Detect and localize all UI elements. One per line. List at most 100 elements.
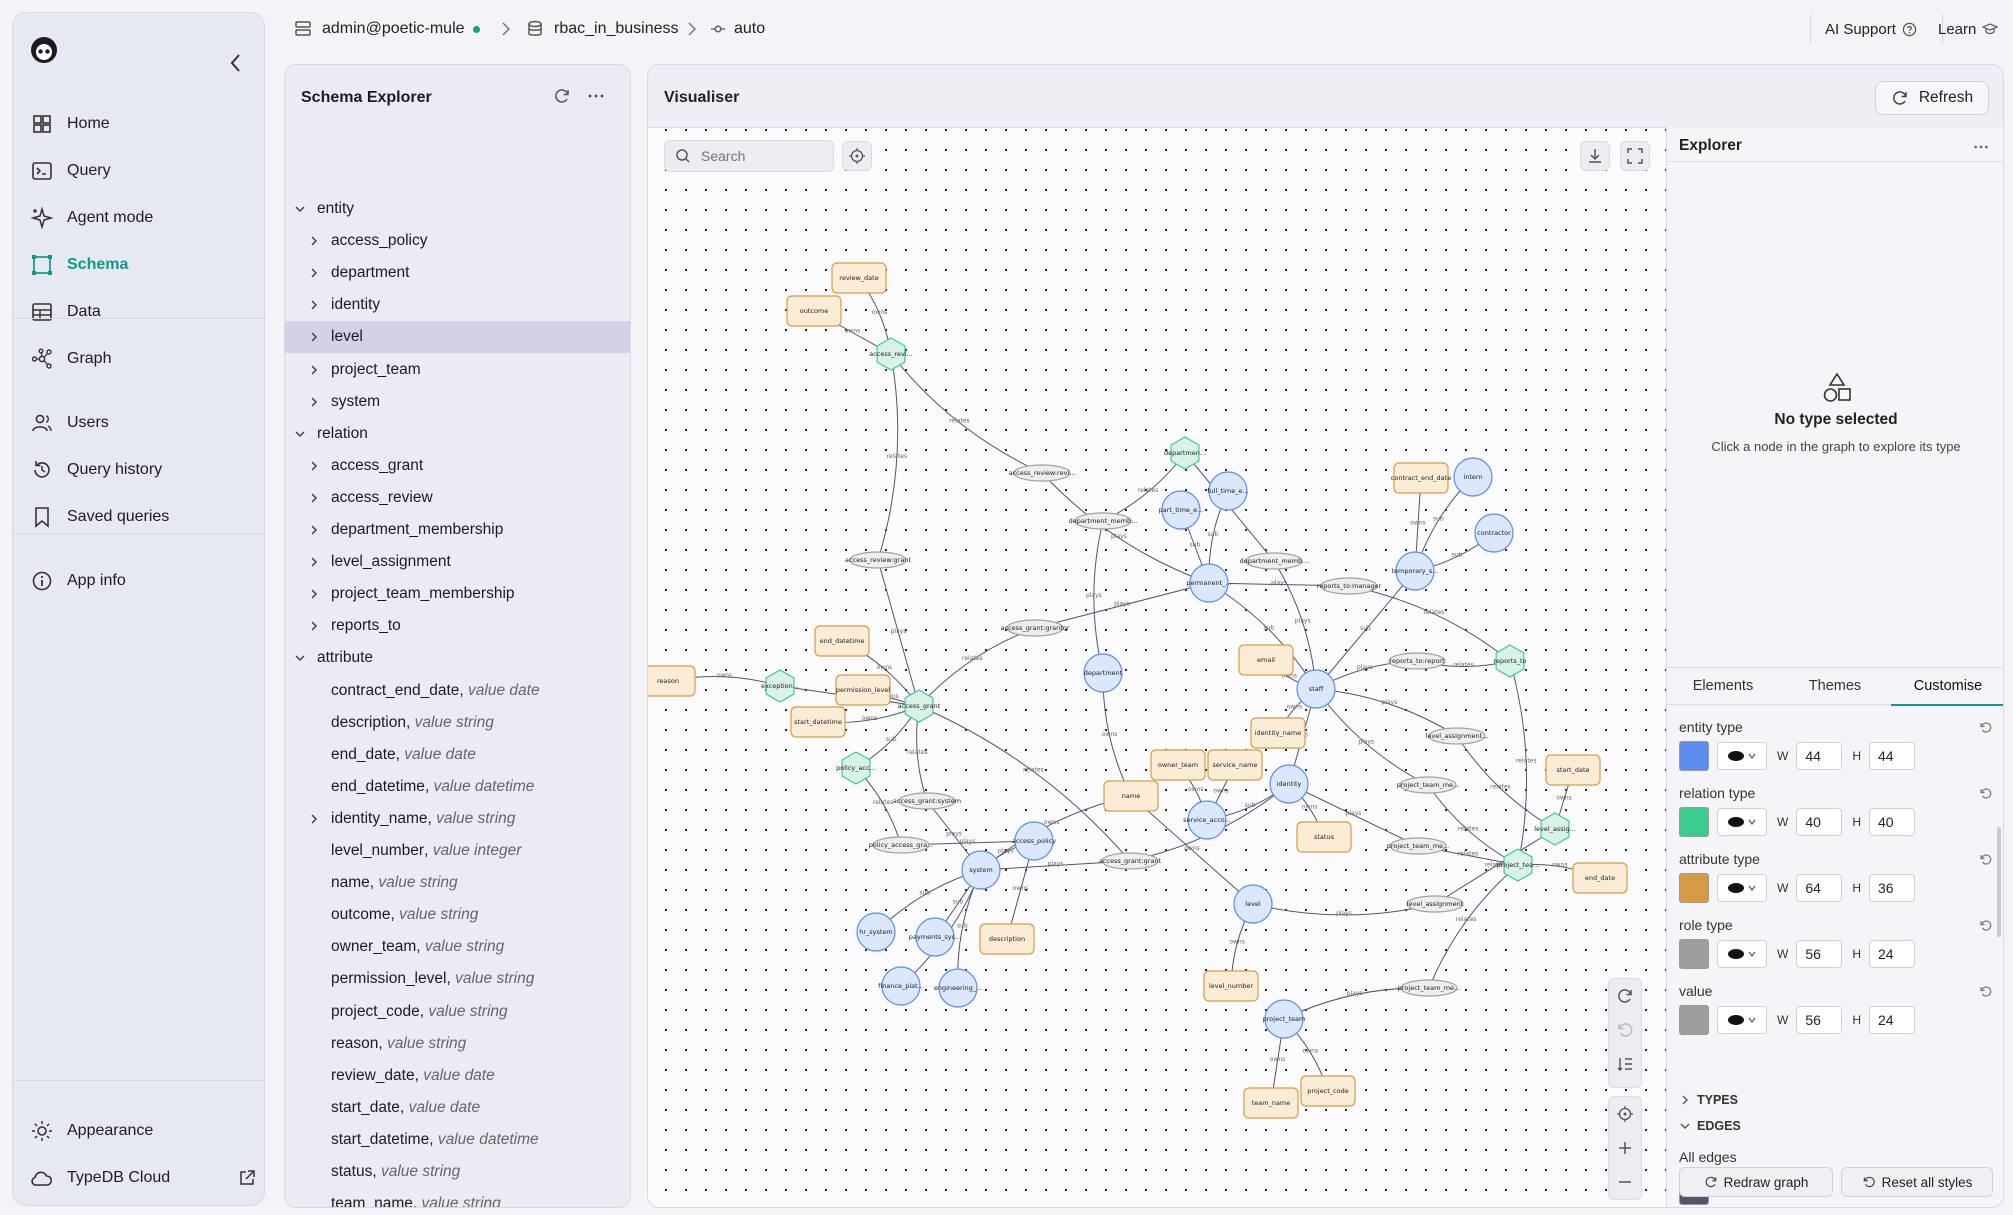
nav-item-schema[interactable]: Schema (31, 246, 256, 284)
learn-link[interactable]: Learn (1938, 14, 1999, 44)
tab-customise[interactable]: Customise (1891, 668, 2003, 706)
graph-canvas[interactable]: ownsownsrelatesrelatesplaysplaysrelatesr… (648, 127, 1667, 1208)
graph-node-role[interactable]: project_team_me... (1397, 776, 1459, 794)
graph-node-relation[interactable]: level_assig... (1534, 812, 1576, 846)
nav-item-app-info[interactable]: App info (31, 562, 256, 600)
scrollbar-thumb[interactable] (1997, 827, 2001, 937)
nav-item-agent-mode[interactable]: Agent mode (31, 199, 256, 237)
tree-group-relation[interactable]: relation (285, 418, 630, 450)
tree-item-project_team[interactable]: project_team (285, 354, 630, 386)
tree-item-owner_team[interactable]: owner_team, value string (285, 931, 630, 963)
graph-node-relation[interactable]: policy_acc... (836, 751, 876, 785)
color-swatch[interactable] (1679, 741, 1709, 771)
center-icon[interactable] (1616, 1105, 1634, 1123)
graph-node-entity[interactable]: department (1083, 653, 1123, 693)
tree-item-start_datetime[interactable]: start_datetime, value datetime (285, 1124, 630, 1156)
graph-node-entity[interactable]: permanent_... (1186, 563, 1232, 603)
graph-node-attribute[interactable]: identity_name (1250, 717, 1306, 749)
graph-node-attribute[interactable]: email (1238, 644, 1294, 676)
locate-button[interactable] (842, 141, 872, 171)
shape-select[interactable] (1717, 742, 1767, 770)
search-input[interactable] (699, 147, 823, 165)
download-button[interactable] (1580, 141, 1610, 171)
tree-group-attribute[interactable]: attribute (285, 642, 630, 674)
graph-node-entity[interactable]: access_policy (1012, 821, 1056, 861)
redraw-graph-button[interactable]: Redraw graph (1679, 1167, 1833, 1197)
sort-icon[interactable] (1616, 1055, 1634, 1073)
nav-item-users[interactable]: Users (31, 404, 256, 442)
tree-item-access_policy[interactable]: access_policy (285, 225, 630, 257)
graph-node-entity[interactable]: payments_sys... (909, 917, 961, 957)
graph-search-box[interactable] (664, 140, 834, 172)
graph-node-role[interactable]: access_review:revi... (1009, 464, 1076, 482)
graph-node-relation[interactable]: exception... (761, 669, 799, 703)
refresh-icon[interactable] (553, 87, 571, 105)
graph-node-attribute[interactable]: owner_team (1150, 749, 1206, 781)
graph-node-attribute[interactable]: team_name (1243, 1087, 1299, 1119)
graph-node-attribute[interactable]: start_date (1545, 754, 1601, 786)
graph-node-entity[interactable]: temporary_s... (1392, 551, 1439, 591)
graph-node-relation[interactable]: reports_to (1493, 644, 1527, 678)
graph-node-relation[interactable]: project_tea... (1497, 848, 1540, 882)
schema-graph[interactable]: ownsownsrelatesrelatesplaysplaysrelatesr… (648, 128, 1667, 1208)
color-swatch[interactable] (1679, 1005, 1709, 1035)
graph-node-role[interactable]: access_grant:grantor (1001, 619, 1070, 637)
nav-item-saved-queries[interactable]: Saved queries (31, 498, 256, 536)
tree-item-contract_end_date[interactable]: contract_end_date, value date (285, 675, 630, 707)
graph-node-role[interactable]: access_grant:system (893, 792, 961, 810)
graph-node-role[interactable]: level_assignment... (1426, 727, 1489, 745)
graph-node-entity[interactable]: service_acco... (1183, 800, 1231, 840)
graph-node-attribute[interactable]: end_date (1572, 862, 1628, 894)
graph-node-role[interactable]: project_team_me... (1398, 979, 1460, 997)
ai-support-link[interactable]: AI Support (1825, 14, 1917, 44)
graph-node-entity[interactable]: part_time_e... (1159, 490, 1204, 530)
database-crumb[interactable]: rbac_in_business (526, 14, 679, 44)
graph-node-role[interactable]: reports_to:report (1388, 652, 1446, 670)
color-swatch[interactable] (1679, 939, 1709, 969)
color-swatch[interactable] (1679, 807, 1709, 837)
tree-item-name[interactable]: name, value string (285, 867, 630, 899)
graph-node-attribute[interactable]: reason (648, 665, 696, 697)
tree-item-identity[interactable]: identity (285, 289, 630, 321)
tree-item-access_grant[interactable]: access_grant (285, 450, 630, 482)
nav-item-home[interactable]: Home (31, 105, 256, 143)
graph-node-entity[interactable]: identity (1269, 764, 1309, 804)
tree-item-system[interactable]: system (285, 386, 630, 418)
tree-item-identity_name[interactable]: identity_name, value string (285, 803, 630, 835)
width-input[interactable]: 64 (1796, 874, 1843, 902)
types-section-toggle[interactable]: TYPES (1679, 1093, 1738, 1107)
graph-node-role[interactable]: level_assignment (1406, 895, 1464, 913)
graph-node-entity[interactable]: staff (1296, 669, 1336, 709)
tree-item-description[interactable]: description, value string (285, 707, 630, 739)
width-input[interactable]: 56 (1796, 1006, 1843, 1034)
graph-node-attribute[interactable]: review_date (831, 262, 887, 294)
tab-elements[interactable]: Elements (1667, 668, 1779, 704)
nav-item-appearance[interactable]: Appearance (31, 1112, 256, 1150)
tab-themes[interactable]: Themes (1779, 668, 1891, 704)
height-input[interactable]: 24 (1869, 940, 1915, 968)
graph-node-role[interactable]: department_memb... (1069, 512, 1138, 530)
more-options-icon[interactable] (587, 87, 605, 105)
transaction-crumb[interactable]: auto (710, 14, 765, 44)
tree-item-review_date[interactable]: review_date, value date (285, 1060, 630, 1092)
refresh-button[interactable]: Refresh (1875, 81, 1989, 115)
reset-icon[interactable] (1979, 985, 1993, 999)
undo-icon[interactable] (1616, 1021, 1634, 1039)
tree-item-level[interactable]: level (285, 321, 630, 354)
graph-node-entity[interactable]: hr_system (856, 912, 896, 952)
tree-item-department_membership[interactable]: department_membership (285, 514, 630, 546)
tree-item-level_number[interactable]: level_number, value integer (285, 835, 630, 867)
graph-node-attribute[interactable]: start_datetime (790, 706, 846, 738)
typedb-logo-icon[interactable] (29, 35, 59, 65)
graph-node-relation[interactable]: access_revi... (869, 337, 913, 371)
shape-select[interactable] (1717, 874, 1767, 902)
graph-node-entity[interactable]: project_team (1263, 999, 1306, 1039)
zoom-in-icon[interactable] (1616, 1139, 1634, 1157)
tree-item-status[interactable]: status, value string (285, 1156, 630, 1188)
nav-item-query-history[interactable]: Query history (31, 451, 256, 489)
height-input[interactable]: 44 (1869, 742, 1915, 770)
graph-node-entity[interactable]: full_time_e... (1207, 471, 1249, 511)
width-input[interactable]: 44 (1796, 742, 1843, 770)
tree-item-end_date[interactable]: end_date, value date (285, 739, 630, 771)
fullscreen-button[interactable] (1620, 141, 1650, 171)
